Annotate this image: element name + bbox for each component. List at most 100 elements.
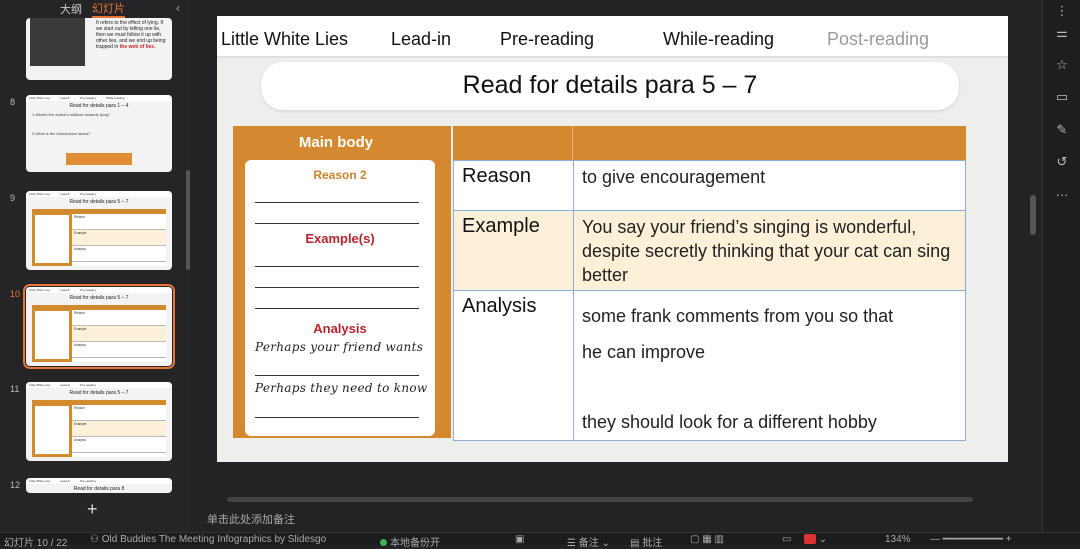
briefcase-icon[interactable]: ▣ [515, 534, 524, 545]
notes-toggle[interactable]: ☰ 备注 ⌄ [567, 534, 610, 549]
slide-title: Read for details para 5 – 7 [462, 71, 758, 99]
status-bar: 幻灯片 10 / 22 ⚇ Old Buddies The Meeting In… [0, 532, 1080, 549]
row-text: You say your friend’s singing is wonderf… [582, 217, 951, 285]
tab-outline[interactable]: 大纲 [60, 1, 82, 17]
slide-thumbnail[interactable]: Little White Lies Lead-in Pre-reading While… [26, 95, 172, 172]
thumbnail-slide-7[interactable]: It refers to the effect of lying. If we … [0, 18, 190, 82]
row-text: to give encouragement [582, 167, 766, 187]
thumbnail-slide-11[interactable]: 11 Little White Lies Lead-in Pre-reading R… [0, 382, 190, 464]
notes-label: 备注 [578, 538, 599, 549]
editor-vertical-scrollbar[interactable] [1030, 195, 1036, 235]
reading-view-icon[interactable]: ▭ [782, 534, 791, 545]
history-icon[interactable]: ↺ [1053, 153, 1071, 171]
example-label: Example(s) [305, 231, 375, 246]
details-table[interactable]: Reason to give encouragement Example You… [453, 160, 966, 441]
thumbnail-nav: Little White Lies Lead-in Pre-reading [26, 191, 172, 197]
reason-label: Reason 2 [313, 168, 367, 182]
backup-label: 本地备份开 [390, 538, 440, 549]
comment-icon[interactable]: ▭ [1053, 88, 1071, 106]
row-label: Reason [454, 161, 574, 210]
blank-line [255, 417, 419, 418]
thumbnail-title: Read for details para 5 – 7 [69, 199, 129, 205]
nav-while-reading: While-reading [663, 29, 775, 49]
thumbnail-title: Read for details para 1 – 4 [69, 103, 129, 109]
right-toolbar: ⋮ ⚌ ☆ ▭ ✎ ↺ ··· [1042, 0, 1080, 532]
backup-status[interactable]: 本地备份开 [380, 534, 440, 549]
comments-toggle[interactable]: ▤ 批注 [630, 534, 662, 549]
main-body-panel: Main body Reason 2 Example(s) Analysis P… [233, 126, 451, 438]
thumbnail-title: Read for details para 5 – 7 [69, 390, 129, 396]
play-icon [804, 534, 816, 545]
thumbnail-slide-9[interactable]: 9 Little White Lies Lead-in Pre-reading Re… [0, 191, 190, 273]
row-label: Analysis [454, 291, 574, 440]
slide-number: 10 [10, 289, 21, 299]
main-body-label: Main body [298, 134, 374, 151]
thumbnail-slide-8[interactable]: 8 Little White Lies Lead-in Pre-reading Whi… [0, 95, 190, 175]
slide-thumbnail[interactable]: Little White Lies Lead-in Pre-reading Read… [26, 478, 172, 493]
theme-name[interactable]: ⚇ Old Buddies The Meeting Infographics b… [90, 534, 326, 545]
zoom-level[interactable]: 134% [885, 534, 911, 545]
nav-pre-reading: Pre-reading [500, 29, 595, 49]
handwritten-note: Perhaps your friend wants [255, 340, 424, 354]
comments-label: 批注 [642, 538, 663, 549]
thumbnail-box [66, 153, 132, 165]
blank-line [255, 375, 419, 376]
slide-thumbnail[interactable]: Little White Lies Lead-in Pre-reading Read… [26, 191, 172, 270]
slide-thumbnail-sidebar: 大纲 幻灯片 ‹ It refers to the effect of lyin… [0, 0, 190, 532]
thumbnail-text: 1.What's the author's attitude towards l… [32, 112, 111, 117]
thumbnail-title: Read for details para 5 – 7 [69, 295, 129, 301]
slide-nav-bar: Little White Lies Lead-in Pre-reading Wh… [217, 16, 1008, 58]
blank-line [255, 202, 419, 203]
blank-line [255, 287, 419, 288]
more-options-icon[interactable]: ··· [1053, 186, 1071, 204]
play-button[interactable]: ⌄ [804, 534, 827, 545]
collapse-sidebar-icon[interactable]: ‹ [176, 1, 180, 15]
slide-editor: Little White Lies Lead-in Pre-reading Wh… [190, 0, 1040, 532]
thumbnail-nav: Little White Lies Lead-in Pre-reading [26, 382, 172, 388]
blank-line [255, 308, 419, 309]
slide-title-box[interactable]: Read for details para 5 – 7 [261, 62, 959, 110]
tab-slides[interactable]: 幻灯片 [92, 0, 125, 18]
slide-canvas[interactable]: Little White Lies Lead-in Pre-reading Wh… [217, 16, 1008, 462]
more-icon[interactable]: ⋮ [1053, 2, 1071, 20]
thumbnail-nav: Little White Lies Lead-in Pre-reading [26, 478, 172, 484]
row-label: Example [454, 211, 574, 290]
thumbnail-text: It refers to the effect of lying. If we … [96, 20, 166, 50]
row-text: he can improve [582, 342, 706, 362]
star-icon[interactable]: ☆ [1053, 56, 1071, 74]
adjust-icon[interactable]: ⚌ [1053, 24, 1071, 42]
slide-count: 幻灯片 10 / 22 [4, 538, 68, 549]
thumbnail-text: 2.What is the introduction about? [32, 131, 91, 136]
add-slide-button[interactable]: + [87, 499, 98, 520]
blank-line [255, 223, 419, 224]
thumbnail-title: Read for details para 8 [73, 486, 125, 492]
theme-label: Old Buddies The Meeting Infographics by … [101, 534, 327, 545]
table-row: Analysis some frank comments from you so… [453, 291, 966, 441]
slide-number: 8 [10, 97, 16, 107]
slide-number: 11 [10, 384, 20, 394]
edit-icon[interactable]: ✎ [1053, 121, 1071, 139]
table-header [453, 126, 966, 160]
thumbnail-nav: Little White Lies Lead-in Pre-reading While… [26, 95, 172, 101]
handwritten-note: Perhaps they need to know [255, 381, 428, 395]
thumbnail-table: Reason Example Analysis [32, 209, 166, 266]
sidebar-tabs: 大纲 幻灯片 ‹ [0, 0, 190, 18]
nav-post-reading: Post-reading [827, 29, 930, 49]
thumbnail-slide-12[interactable]: 12 Little White Lies Lead-in Pre-reading R… [0, 478, 190, 494]
notes-card: Reason 2 Example(s) Analysis Perhaps you… [245, 160, 435, 436]
thumbnail-nav: Little White Lies Lead-in Pre-reading [26, 287, 172, 293]
nav-little-white-lies: Little White Lies [221, 29, 349, 49]
notes-placeholder[interactable]: 单击此处添加备注 [207, 511, 295, 527]
table-row: Reason to give encouragement [453, 160, 966, 211]
slide-number: 9 [10, 193, 16, 203]
editor-horizontal-scrollbar[interactable] [227, 497, 973, 502]
thumbnail-image [30, 18, 85, 66]
slide-thumbnail-selected[interactable]: Little White Lies Lead-in Pre-reading Read… [23, 284, 175, 369]
zoom-slider[interactable]: — ━━━━━━━━━━ + [930, 534, 1012, 545]
row-text: they should look for a different hobby [582, 412, 877, 432]
slide-thumbnail[interactable]: Little White Lies Lead-in Pre-reading Read… [26, 382, 172, 461]
thumbnail-slide-10[interactable]: 10 Little White Lies Lead-in Pre-reading R… [0, 284, 190, 369]
normal-view-icon[interactable]: ▢ ▦ ▥ [690, 534, 724, 545]
slide-thumbnail[interactable]: It refers to the effect of lying. If we … [26, 18, 172, 80]
nav-lead-in: Lead-in [391, 29, 452, 49]
